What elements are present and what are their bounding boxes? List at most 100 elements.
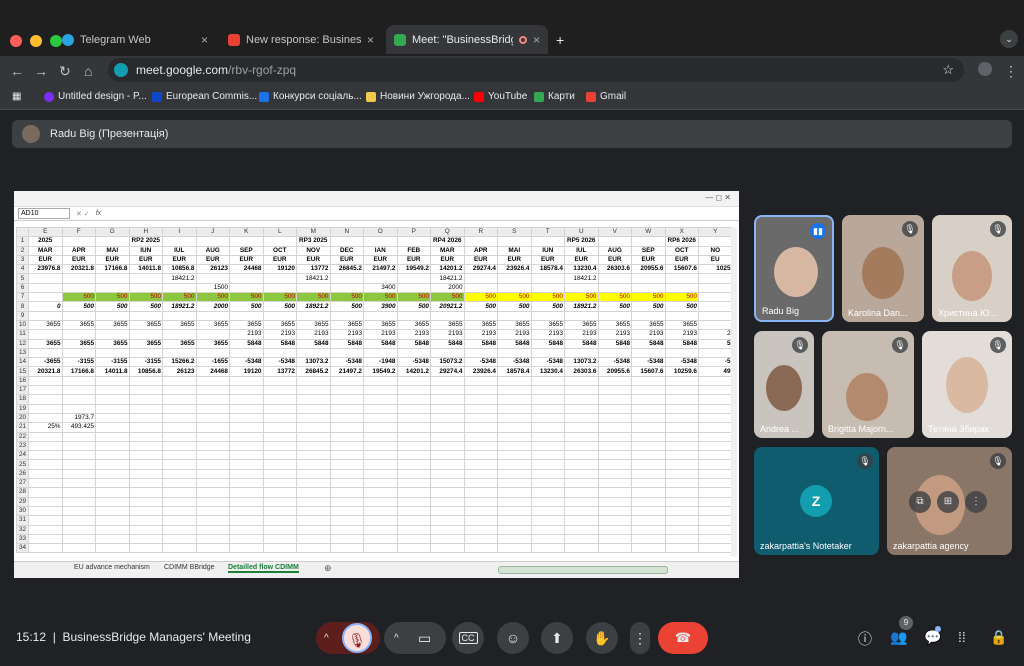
bookmark-item[interactable]: Карти xyxy=(534,91,575,102)
cell[interactable] xyxy=(530,282,565,294)
cell[interactable]: 24468 xyxy=(229,264,264,275)
cell[interactable]: 2193 xyxy=(664,329,699,340)
cell[interactable]: 13230.4 xyxy=(564,264,599,275)
cell[interactable] xyxy=(497,412,532,424)
cell[interactable] xyxy=(28,459,63,470)
cell[interactable] xyxy=(128,477,163,489)
cell[interactable] xyxy=(631,236,666,247)
close-window-button[interactable] xyxy=(10,35,22,47)
cell[interactable] xyxy=(430,450,465,461)
cell[interactable] xyxy=(128,385,163,396)
cell[interactable] xyxy=(28,347,63,359)
cell[interactable] xyxy=(396,496,431,507)
cell[interactable]: 3655 xyxy=(463,319,498,331)
cell[interactable] xyxy=(396,375,431,387)
cell[interactable] xyxy=(631,422,666,433)
tab-search-chevron-icon[interactable]: ⌄ xyxy=(1000,30,1018,48)
row-header[interactable]: 34 xyxy=(16,543,29,554)
cell[interactable] xyxy=(698,431,733,442)
cell[interactable]: 5848 xyxy=(229,338,264,349)
cell[interactable] xyxy=(396,347,431,359)
cell[interactable] xyxy=(698,477,733,489)
cell[interactable] xyxy=(497,543,532,554)
cell[interactable] xyxy=(61,459,96,470)
cell[interactable]: 3655 xyxy=(329,319,364,331)
cell[interactable] xyxy=(664,431,699,442)
cell[interactable] xyxy=(329,440,364,452)
cell[interactable] xyxy=(463,487,498,498)
cell[interactable] xyxy=(262,375,297,387)
cell[interactable] xyxy=(195,236,230,247)
cell[interactable] xyxy=(463,543,498,554)
cell[interactable] xyxy=(162,450,197,461)
cell[interactable] xyxy=(396,524,431,535)
column-header[interactable]: M xyxy=(296,226,331,238)
cell[interactable] xyxy=(128,543,163,554)
cell[interactable] xyxy=(61,505,96,517)
cell[interactable] xyxy=(229,403,264,414)
cell[interactable] xyxy=(597,310,632,321)
cell[interactable] xyxy=(262,450,297,461)
tab-gmail[interactable]: New response: BusinessBridge × xyxy=(220,27,382,53)
cell[interactable] xyxy=(229,459,264,470)
cell[interactable] xyxy=(698,394,733,405)
cell[interactable] xyxy=(463,282,498,294)
cell[interactable] xyxy=(28,440,63,452)
cell[interactable] xyxy=(631,273,666,284)
cell[interactable] xyxy=(430,487,465,498)
cell[interactable] xyxy=(463,468,498,480)
cell[interactable] xyxy=(128,375,163,387)
host-controls-lock-icon[interactable]: 🔒 xyxy=(990,629,1007,646)
cell[interactable] xyxy=(229,347,264,359)
pin-icon[interactable]: ⊞ xyxy=(937,491,959,513)
cell[interactable] xyxy=(363,403,398,414)
camera-icon[interactable]: ▭ xyxy=(418,630,431,647)
cell[interactable] xyxy=(61,403,96,414)
present-button[interactable]: ⬆ xyxy=(541,622,573,654)
row-header[interactable]: 2 xyxy=(16,245,29,256)
cell[interactable] xyxy=(95,477,130,489)
cell[interactable] xyxy=(28,403,63,414)
cell[interactable] xyxy=(497,273,532,284)
cell[interactable]: 26303.6 xyxy=(597,264,632,275)
cell[interactable]: DEC xyxy=(329,245,364,256)
cell[interactable] xyxy=(229,375,264,387)
cell[interactable] xyxy=(698,236,733,247)
cell[interactable] xyxy=(564,524,599,535)
cell[interactable] xyxy=(195,496,230,507)
cell[interactable] xyxy=(95,375,130,387)
cell[interactable] xyxy=(28,524,63,535)
cell[interactable]: -3155 xyxy=(128,357,163,368)
cell[interactable] xyxy=(28,515,63,526)
row-header[interactable]: 32 xyxy=(16,524,29,535)
cell[interactable] xyxy=(564,412,599,424)
row-header[interactable]: 15 xyxy=(16,366,29,377)
cell[interactable]: 5848 xyxy=(664,338,699,349)
cell[interactable] xyxy=(396,412,431,424)
cell[interactable]: EUR xyxy=(195,254,230,266)
cell[interactable] xyxy=(564,468,599,480)
cell[interactable]: 3655 xyxy=(61,319,96,331)
cell[interactable] xyxy=(28,394,63,405)
cell[interactable] xyxy=(698,533,733,545)
cell[interactable] xyxy=(95,440,130,452)
cell[interactable]: 2193 xyxy=(396,329,431,340)
cell[interactable] xyxy=(195,394,230,405)
cell[interactable] xyxy=(61,496,96,507)
cell[interactable]: RP4 2026 xyxy=(430,236,465,247)
cell[interactable]: -5348 xyxy=(262,357,297,368)
cell[interactable] xyxy=(664,450,699,461)
cell[interactable]: 20321.8 xyxy=(28,366,63,377)
cell[interactable] xyxy=(597,459,632,470)
cell[interactable] xyxy=(497,403,532,414)
cell[interactable]: -1655 xyxy=(195,357,230,368)
cell[interactable] xyxy=(195,450,230,461)
cell[interactable] xyxy=(396,487,431,498)
cell[interactable] xyxy=(631,543,666,554)
add-sheet-icon[interactable]: ⊕ xyxy=(324,563,332,574)
cell[interactable]: 2193 xyxy=(564,329,599,340)
cell[interactable] xyxy=(229,524,264,535)
cell[interactable] xyxy=(329,515,364,526)
cell[interactable]: 2025 xyxy=(28,236,63,247)
cell[interactable] xyxy=(698,403,733,414)
